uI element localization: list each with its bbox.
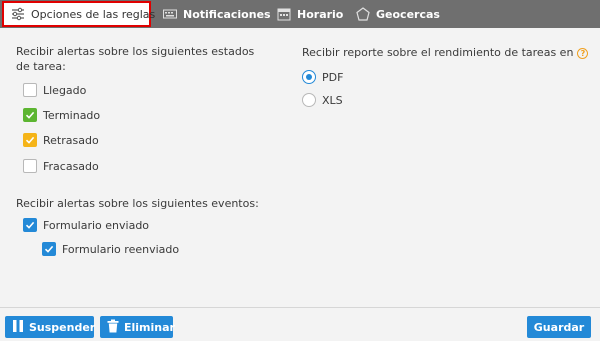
radio-pdf[interactable] bbox=[302, 70, 316, 84]
report-heading: Recibir reporte sobre el rendimiento de … bbox=[302, 45, 589, 60]
tab-bar: Opciones de las reglas Notificaciones Ho… bbox=[0, 0, 600, 28]
checkbox-delayed[interactable] bbox=[23, 133, 37, 147]
rule-options-panel: Recibir alertas sobre los siguientes est… bbox=[0, 28, 600, 310]
pause-icon bbox=[12, 319, 24, 336]
state-failed-option[interactable]: Fracasado bbox=[23, 159, 99, 173]
check-icon bbox=[25, 221, 35, 229]
state-label: Terminado bbox=[43, 108, 101, 122]
report-format-xls[interactable]: XLS bbox=[302, 93, 343, 107]
report-heading-text: Recibir reporte sobre el rendimiento de … bbox=[302, 46, 574, 59]
suspend-label: Suspender bbox=[29, 320, 96, 334]
delete-button[interactable]: Eliminar bbox=[100, 316, 175, 338]
keyboard-icon bbox=[163, 7, 177, 21]
tab-notifications[interactable]: Notificaciones bbox=[163, 0, 271, 28]
delete-label: Eliminar bbox=[124, 320, 175, 334]
save-label: Guardar bbox=[533, 320, 585, 334]
state-label: Retrasado bbox=[43, 133, 99, 147]
task-states-heading: Recibir alertas sobre los siguientes est… bbox=[16, 45, 255, 73]
check-icon bbox=[44, 245, 54, 253]
tab-label: Notificaciones bbox=[183, 7, 271, 21]
format-label: PDF bbox=[322, 70, 344, 84]
checkbox-form-sent[interactable] bbox=[23, 218, 37, 232]
event-form-resent-option[interactable]: Formulario reenviado bbox=[42, 242, 179, 256]
tab-rule-options[interactable]: Opciones de las reglas bbox=[2, 1, 155, 27]
state-label: Llegado bbox=[43, 83, 87, 97]
footer-bar: Suspender Eliminar Guardar bbox=[0, 307, 600, 341]
state-label: Fracasado bbox=[43, 159, 99, 173]
checkbox-completed[interactable] bbox=[23, 108, 37, 122]
tab-geofences[interactable]: Geocercas bbox=[356, 0, 440, 28]
events-heading: Recibir alertas sobre los siguientes eve… bbox=[16, 197, 259, 210]
pentagon-icon bbox=[356, 7, 370, 21]
format-label: XLS bbox=[322, 93, 343, 107]
trash-icon bbox=[107, 319, 119, 336]
radio-xls[interactable] bbox=[302, 93, 316, 107]
event-form-sent-option[interactable]: Formulario enviado bbox=[23, 218, 149, 232]
state-arrived-option[interactable]: Llegado bbox=[23, 83, 86, 97]
tab-label: Opciones de las reglas bbox=[31, 7, 156, 21]
suspend-button[interactable]: Suspender bbox=[5, 316, 96, 338]
state-delayed-option[interactable]: Retrasado bbox=[23, 133, 99, 147]
checkbox-failed[interactable] bbox=[23, 159, 37, 173]
report-format-pdf[interactable]: PDF bbox=[302, 70, 343, 84]
tab-schedule[interactable]: Horario bbox=[277, 0, 343, 28]
check-icon bbox=[25, 136, 35, 144]
check-icon bbox=[25, 111, 35, 119]
state-completed-option[interactable]: Terminado bbox=[23, 108, 100, 122]
save-button[interactable]: Guardar bbox=[527, 316, 591, 338]
event-label: Formulario enviado bbox=[43, 218, 150, 232]
tab-label: Horario bbox=[297, 7, 344, 21]
event-label: Formulario reenviado bbox=[62, 242, 180, 256]
help-icon[interactable]: ? bbox=[577, 47, 589, 59]
sliders-icon bbox=[11, 7, 25, 21]
calendar-icon bbox=[277, 7, 291, 21]
checkbox-arrived[interactable] bbox=[23, 83, 37, 97]
tab-label: Geocercas bbox=[376, 7, 440, 21]
checkbox-form-resent[interactable] bbox=[42, 242, 56, 256]
